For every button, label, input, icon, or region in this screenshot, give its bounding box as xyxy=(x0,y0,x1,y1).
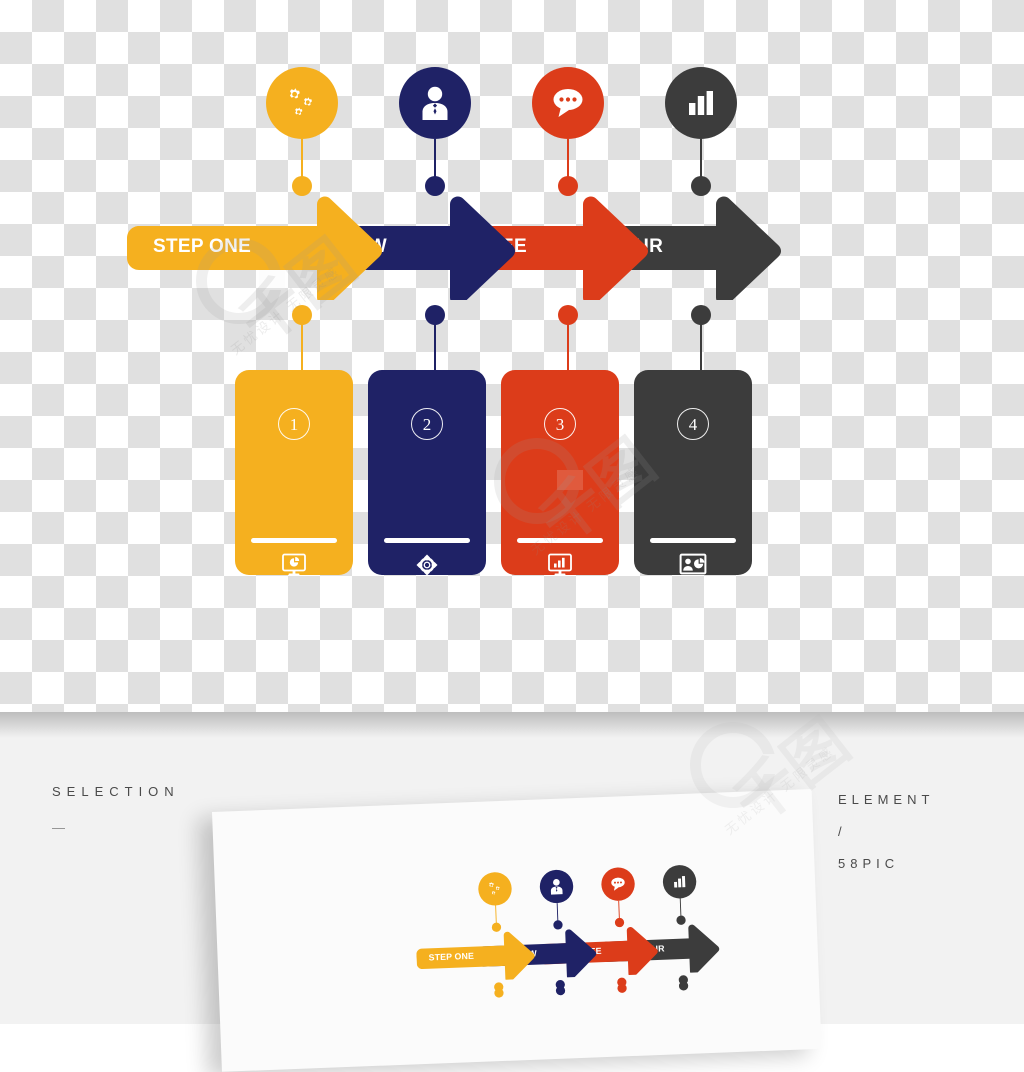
step-3-top-dot xyxy=(558,176,578,196)
arrow-band: STEP FOUR STEP TREE STEP TOW xyxy=(0,196,1024,306)
preview-step-4-icon-badge xyxy=(662,864,697,900)
preview-arrow-band: STEP FOUR STEP TREE STEP TOW xyxy=(357,919,822,988)
step-4-card[interactable]: 4 xyxy=(634,370,752,575)
element-meta-line-1: ELEMENT xyxy=(838,792,935,807)
step-4-icon-badge[interactable] xyxy=(665,67,737,139)
step-3-number: 3 xyxy=(544,408,576,440)
step-2-icon-badge[interactable] xyxy=(399,67,471,139)
step-3-icon-badge[interactable] xyxy=(532,67,604,139)
step-3-number-wrap: 3 xyxy=(501,408,619,440)
step-2-top-stem xyxy=(434,139,436,181)
step-4-top-dot xyxy=(691,176,711,196)
preview-step-column-2 xyxy=(518,837,592,990)
speech-bubble-icon xyxy=(549,86,587,120)
step-4-number: 4 xyxy=(677,408,709,440)
step-3-top-stem xyxy=(567,139,569,181)
preview-step-column-1 xyxy=(456,840,530,992)
element-meta-line-3: 58PIC xyxy=(838,856,900,871)
preview-step-2-card-dot xyxy=(555,985,566,996)
monitor-pie-chart-icon xyxy=(235,553,353,577)
step-1-top-dot xyxy=(292,176,312,196)
arrow-step-1[interactable]: STEP ONE xyxy=(127,196,385,300)
step-2-card[interactable]: 2 xyxy=(368,370,486,577)
step-1-bottom-stem xyxy=(301,318,303,376)
step-1-top-stem xyxy=(301,139,303,181)
preview-step-column-3 xyxy=(579,835,653,988)
preview-step-3-icon-badge xyxy=(600,866,636,902)
preview-step-4-card-dot xyxy=(678,981,689,991)
preview-step-1-icon-badge xyxy=(477,871,513,907)
gears-icon xyxy=(282,83,322,123)
preview-arrow-step-1: STEP ONE xyxy=(416,930,537,983)
step-4-bottom-stem xyxy=(700,318,702,376)
step-4-divider xyxy=(650,538,736,543)
monitor-bar-chart-icon xyxy=(501,553,619,577)
step-3-card[interactable]: 3 xyxy=(501,370,619,577)
selection-label: SELECTION xyxy=(52,784,180,799)
step-3-bottom-stem xyxy=(567,318,569,376)
businessman-icon xyxy=(418,85,452,121)
preview-step-2-top-dot xyxy=(553,920,563,930)
step-4-top-stem xyxy=(700,139,702,181)
step-1-divider xyxy=(251,538,337,543)
infographic-page: 1 2 3 4 STEP ONE STEP ONE SELECTION — EL… xyxy=(0,0,1024,1072)
preview-step-3-top-dot xyxy=(614,917,625,928)
businessman-icon xyxy=(548,878,564,895)
arrow-step-1-label: STEP ONE xyxy=(153,236,252,257)
step-2-number-wrap: 2 xyxy=(368,408,486,440)
step-infographic: 1 2 3 4 STEP ONE xyxy=(0,0,1024,712)
step-2-number: 2 xyxy=(411,408,443,440)
step-2-top-dot xyxy=(425,176,445,196)
step-1-card[interactable]: 1 xyxy=(235,370,353,577)
step-3-divider xyxy=(517,538,603,543)
bar-chart-icon xyxy=(672,874,687,889)
step-2-divider xyxy=(384,538,470,543)
speech-bubble-icon xyxy=(609,876,627,892)
presentation-board-icon xyxy=(634,553,752,575)
sync-arrows-icon xyxy=(368,553,486,577)
preview-step-4-top-dot xyxy=(676,915,686,925)
step-1-number: 1 xyxy=(278,408,310,440)
preview-sheet[interactable]: STEP FOUR STEP TREE STEP TOW xyxy=(212,788,822,1072)
step-1-number-wrap: 1 xyxy=(235,408,353,440)
preview-step-2-icon-badge xyxy=(539,869,574,904)
bar-chart-icon xyxy=(685,87,717,119)
gears-icon xyxy=(485,879,504,898)
preview-step-1-top-dot xyxy=(491,922,502,933)
step-4-number-wrap: 4 xyxy=(634,408,752,440)
element-meta: ELEMENT / 58PIC xyxy=(838,784,968,880)
preview-step-3-card-dot xyxy=(617,983,627,994)
selection-dash: — xyxy=(52,820,71,835)
preview-step-column-4 xyxy=(641,833,715,985)
preview-step-1-card-dot xyxy=(494,988,504,998)
step-2-bottom-stem xyxy=(434,318,436,376)
step-1-icon-badge[interactable] xyxy=(266,67,338,139)
element-meta-line-2: / xyxy=(838,824,847,839)
